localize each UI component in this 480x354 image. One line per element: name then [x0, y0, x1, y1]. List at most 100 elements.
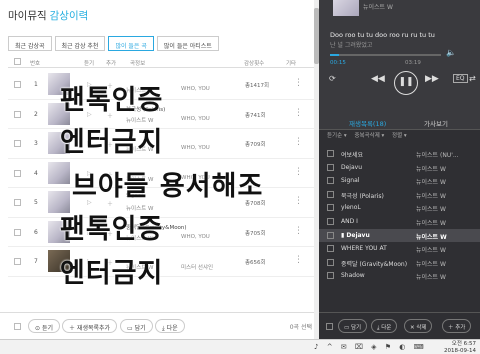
arrange-button[interactable]: 정렬	[392, 133, 402, 139]
song-album[interactable]: WHO, YOU	[181, 234, 210, 240]
list-item[interactable]: Signal 뉴이스트 W	[319, 174, 480, 188]
overlay-text: 엔터금지	[60, 127, 164, 158]
overlay-text: 엔터금지	[60, 258, 164, 289]
tab-most-played[interactable]: 많이 들은 곡	[108, 36, 154, 51]
row-checkbox[interactable]	[14, 81, 21, 88]
more-icon[interactable]: ⋮	[294, 196, 303, 206]
row-checkbox[interactable]	[14, 169, 21, 177]
album-thumbnail[interactable]	[48, 161, 70, 184]
play-circle-icon: ⊙	[35, 325, 42, 332]
tab-lyrics[interactable]: 가사보기	[424, 118, 448, 128]
select-all-checkbox[interactable]	[14, 58, 21, 65]
dedupe-button[interactable]: 중복곡삭제	[354, 133, 379, 139]
row-checkbox[interactable]	[14, 110, 21, 118]
col-etc: 기타	[286, 61, 297, 67]
shuffle-icon[interactable]: ⇄	[469, 74, 476, 83]
add-playlist-button[interactable]: ＋ 재생목록추가	[62, 319, 118, 333]
list-item[interactable]: ylenoL 뉴이스트 W	[319, 201, 480, 215]
now-playing-artist[interactable]: 뉴이스트 W	[363, 2, 393, 11]
item-checkbox[interactable]	[327, 163, 334, 171]
play-count: 총1417회	[245, 83, 270, 89]
item-artist: 뉴이스트 W	[416, 247, 446, 255]
save-button[interactable]: ▭ 담기	[338, 319, 368, 333]
more-icon[interactable]: ⋮	[294, 226, 303, 236]
list-item[interactable]: 중력달 (Gravity&Moon) 뉴이스트 W	[319, 256, 480, 270]
delete-button[interactable]: ✕ 삭제	[404, 319, 433, 333]
lyric-next: 난 널 그려왔었고	[330, 42, 373, 49]
select-all-checkbox[interactable]	[326, 323, 333, 330]
col-listen: 듣기	[84, 61, 95, 67]
list-item[interactable]: 여보세요 뉴이스트 (NU'...	[319, 147, 480, 161]
item-checkbox[interactable]	[327, 190, 334, 198]
row-checkbox[interactable]	[14, 199, 21, 206]
pause-button[interactable]: ❚❚	[394, 71, 418, 95]
item-title: ▮ Dejavu	[341, 232, 370, 239]
list-item[interactable]: Dejavu 뉴이스트 W	[319, 161, 480, 175]
volume-icon[interactable]: 🔈	[446, 48, 456, 57]
row-number: 6	[34, 228, 38, 236]
plus-icon: ＋	[69, 325, 77, 332]
now-playing-album-art[interactable]	[333, 0, 359, 16]
col-add: 추가	[106, 61, 117, 67]
list-item[interactable]: WHERE YOU AT 뉴이스트 W	[319, 242, 480, 256]
list-item[interactable]: AND I 뉴이스트 W	[319, 215, 480, 229]
repeat-icon[interactable]: ⟳	[329, 74, 336, 83]
col-count[interactable]: 감상횟수	[244, 59, 264, 67]
item-checkbox[interactable]	[327, 245, 334, 253]
tab-most-played-artist[interactable]: 많이 들은 아티스트	[156, 36, 219, 51]
right-tab-bar: 재생목록(18) 가사보기	[319, 112, 480, 130]
item-checkbox[interactable]	[327, 177, 334, 185]
item-title-text: Dejavu	[346, 231, 370, 239]
item-checkbox[interactable]	[327, 217, 334, 225]
col-title[interactable]: 곡정보	[130, 59, 145, 67]
playlist-tools: 듣기순 ▾ 중복곡삭제 ▾ 정렬 ▾	[327, 131, 407, 139]
save-button[interactable]: ▭ 담기	[120, 319, 153, 333]
item-checkbox[interactable]	[327, 204, 334, 212]
item-checkbox[interactable]	[327, 272, 334, 280]
overlay-text: 브야들 용서해조	[72, 171, 264, 202]
row-checkbox[interactable]	[14, 140, 21, 147]
play-button[interactable]: ⊙ 듣기	[28, 319, 60, 333]
play-count: 총705회	[245, 230, 266, 237]
list-item[interactable]: Shadow 뉴이스트 W	[319, 269, 480, 283]
song-album[interactable]: WHO, YOU	[181, 116, 210, 122]
row-checkbox[interactable]	[14, 228, 21, 236]
tab-bar: 최근 감상곡 최근 감상 추천 많이 들은 곡 많이 들은 아티스트	[8, 36, 219, 51]
chevron-down-icon: ▾	[379, 133, 387, 139]
chevron-down-icon: ▾	[342, 133, 349, 139]
item-checkbox[interactable]	[327, 150, 334, 157]
download-button[interactable]: ⤓ 다운	[155, 319, 185, 333]
more-icon[interactable]: ⋮	[294, 137, 303, 147]
next-icon[interactable]: ▶▶	[425, 74, 439, 84]
more-icon[interactable]: ⋮	[294, 78, 303, 88]
item-checkbox[interactable]	[327, 258, 334, 266]
clock[interactable]: 오전 6:57 2018-09-14	[444, 341, 476, 354]
select-all-checkbox[interactable]	[14, 323, 21, 330]
tab-recent[interactable]: 최근 감상곡	[8, 36, 52, 51]
item-checkbox[interactable]	[327, 231, 334, 239]
more-icon[interactable]: ⋮	[294, 108, 303, 118]
download-button[interactable]: ⤓ 다운	[371, 319, 398, 333]
download-label: 다운	[166, 325, 178, 332]
previous-icon[interactable]: ◀◀	[371, 74, 385, 84]
tab-playlist[interactable]: 재생목록(18)	[349, 118, 386, 128]
item-artist: 뉴이스트 W	[416, 192, 446, 200]
more-icon[interactable]: ⋮	[294, 255, 303, 265]
overlay-text: 팬톡인증	[60, 85, 164, 116]
item-artist: 뉴이스트 W	[416, 219, 446, 227]
song-album[interactable]: WHO, YOU	[181, 145, 210, 151]
eq-icon[interactable]: EQ	[453, 74, 468, 83]
list-item[interactable]: 북극성 (Polaris) 뉴이스트 W	[319, 188, 480, 202]
system-tray-icons[interactable]: ♪ ^ ✉ ⌧ ◈ ⚑ ◐ ⌨	[314, 343, 427, 351]
total-time: 03:19	[405, 60, 421, 66]
song-album[interactable]: 미스터 선샤인	[181, 263, 213, 271]
sort-dropdown[interactable]: 듣기순	[327, 133, 342, 139]
row-number: 5	[34, 199, 38, 206]
song-album[interactable]: WHO, YOU	[181, 86, 210, 92]
row-checkbox[interactable]	[14, 258, 21, 265]
progress-bar[interactable]	[330, 54, 441, 56]
tab-recent-recommend[interactable]: 최근 감상 추천	[54, 36, 106, 51]
more-icon[interactable]: ⋮	[294, 167, 303, 177]
list-item-current[interactable]: ▮ Dejavu 뉴이스트 W	[319, 228, 480, 243]
add-button[interactable]: ＋ 추가	[442, 319, 472, 333]
